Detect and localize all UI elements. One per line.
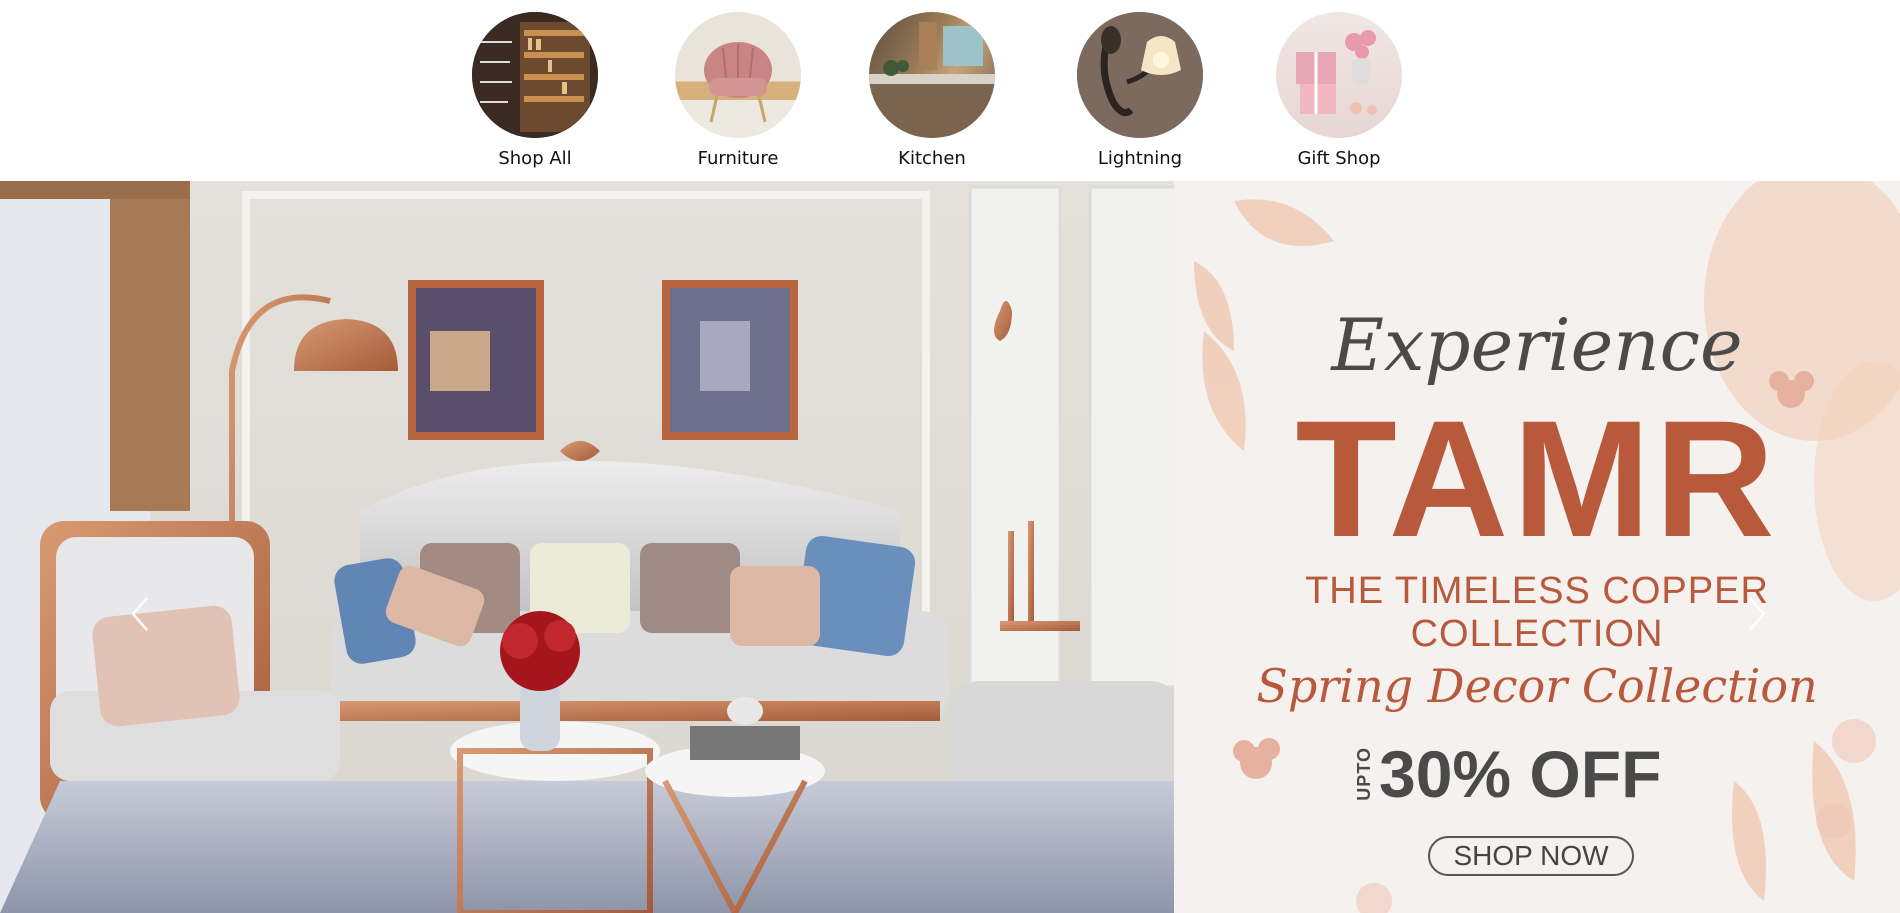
promo-copy: Experience TAMR THE TIMELESS COPPER COLL… [1174,181,1900,913]
hero-banner-carousel[interactable]: Experience TAMR THE TIMELESS COPPER COLL… [0,181,1900,913]
category-image-furniture[interactable] [675,12,801,138]
category-image-gift-shop[interactable] [1276,12,1402,138]
promo-brand-title: TAMR [1295,387,1779,572]
category-image-shop-all[interactable] [472,12,598,138]
category-image-kitchen[interactable] [869,12,995,138]
category-strip: Shop All Furniture Kitchen Lightning Gif… [0,0,1900,181]
promo-tagline-line1: THE TIMELESS COPPER [1305,570,1769,612]
chevron-right-icon [1749,597,1766,631]
promo-discount: UPTO 30% OFF [1354,737,1662,811]
category-furniture[interactable]: Furniture [658,12,818,169]
category-label[interactable]: Kitchen [852,148,1012,169]
category-image-lightning[interactable] [1077,12,1203,138]
category-label[interactable]: Gift Shop [1259,148,1419,169]
category-label[interactable]: Shop All [455,148,615,169]
promo-script-title: Experience [1331,303,1743,387]
category-kitchen[interactable]: Kitchen [852,12,1012,169]
category-label[interactable]: Lightning [1060,148,1220,169]
living-room-photo [0,181,1174,913]
promo-tagline-line2: COLLECTION [1410,613,1664,655]
carousel-prev-button[interactable] [122,586,158,642]
category-label[interactable]: Furniture [658,148,818,169]
category-shop-all[interactable]: Shop All [455,12,615,169]
shop-now-button[interactable]: SHOP NOW [1428,836,1634,876]
carousel-next-button[interactable] [1739,586,1775,642]
category-gift-shop[interactable]: Gift Shop [1259,12,1419,169]
promo-subtitle: Spring Decor Collection [1256,659,1818,713]
promo-panel[interactable]: Experience TAMR THE TIMELESS COPPER COLL… [1174,181,1900,913]
promo-discount-value: 30% OFF [1379,737,1662,811]
chevron-left-icon [131,597,148,631]
category-lightning[interactable]: Lightning [1060,12,1220,169]
promo-upto-label: UPTO [1354,747,1374,801]
